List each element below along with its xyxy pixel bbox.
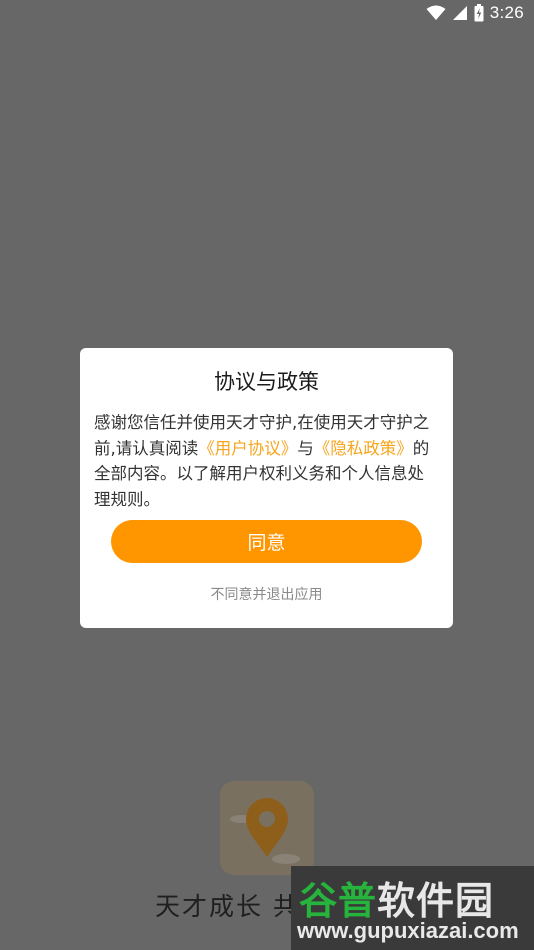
status-icons: 3:26 <box>426 3 524 23</box>
location-pin-icon <box>230 798 300 864</box>
body-conjunction: 与 <box>297 438 314 458</box>
agreement-dialog: 协议与政策 感谢您信任并使用天才守护,在使用天才守护之前,请认真阅读《用户协议》… <box>80 348 453 628</box>
watermark-name-green: 谷普 <box>299 879 378 923</box>
wifi-icon <box>426 5 446 20</box>
privacy-policy-link[interactable]: 《隐私政策》 <box>314 439 413 458</box>
agree-button[interactable]: 同意 <box>111 520 422 563</box>
dialog-title: 协议与政策 <box>214 370 319 394</box>
dialog-body: 感谢您信任并使用天才守护,在使用天才守护之前,请认真阅读《用户协议》与《隐私政策… <box>94 410 439 512</box>
watermark-url: www.gupuxiazai.com <box>297 918 519 943</box>
battery-charging-icon <box>474 4 484 22</box>
status-time: 3:26 <box>489 3 524 22</box>
app-logo <box>220 781 314 875</box>
status-bar: 3:26 <box>0 0 534 26</box>
watermark-name: 谷普软件园 <box>299 870 494 925</box>
watermark: 谷普软件园 www.gupuxiazai.com <box>291 866 534 950</box>
watermark-name-white: 软件园 <box>377 879 495 923</box>
app-title: 天才成长 共 <box>155 892 300 921</box>
disagree-exit-link[interactable]: 不同意并退出应用 <box>80 584 453 604</box>
user-agreement-link[interactable]: 《用户协议》 <box>198 439 297 458</box>
signal-icon <box>452 6 467 20</box>
